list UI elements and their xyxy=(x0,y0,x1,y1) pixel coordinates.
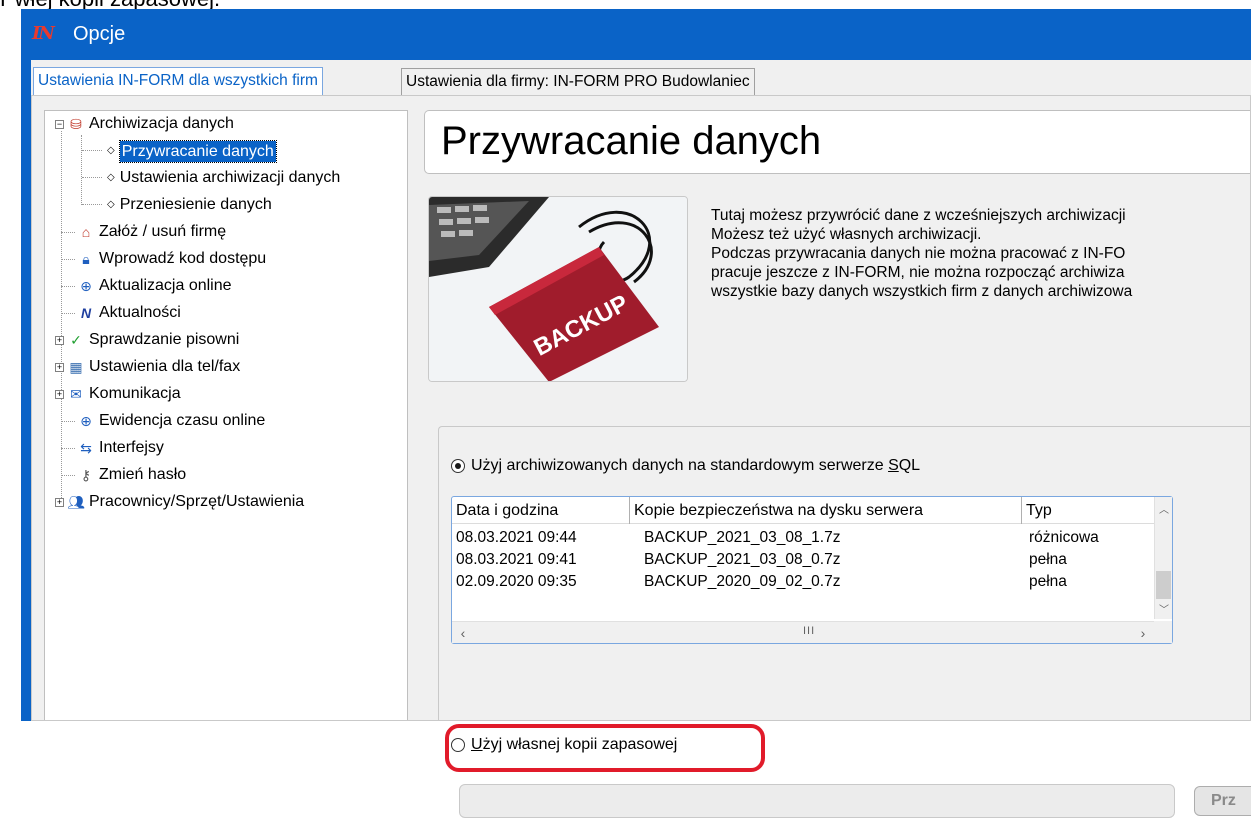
column-type[interactable]: Typ xyxy=(1022,497,1156,524)
expand-icon[interactable]: + xyxy=(55,335,64,345)
options-window: IN Opcje Ustawienia IN-FORM dla wszystki… xyxy=(21,9,1251,818)
scroll-down-icon[interactable]: ﹀ xyxy=(1155,601,1173,616)
tree-item-label: Pracownicy/Sprzęt/Ustawienia xyxy=(89,493,305,510)
tree-item-label: Załóż / usuń firmę xyxy=(99,223,227,240)
backup-illustration-icon: BACKUP xyxy=(429,197,687,381)
backup-image: BACKUP xyxy=(428,196,688,382)
arrows-icon: ⇆ xyxy=(80,440,92,456)
column-date[interactable]: Data i godzina xyxy=(452,497,630,524)
scroll-thumb[interactable] xyxy=(1156,571,1171,599)
backup-path-input[interactable] xyxy=(459,784,1175,818)
tree-item-label: Aktualizacja online xyxy=(99,277,232,294)
radio-sql-server[interactable] xyxy=(451,459,465,473)
tree-item-kod-dostepu[interactable]: 🔒︎ Wprowadź kod dostępu xyxy=(61,246,266,272)
tree-item-label: Ewidencja czasu online xyxy=(99,412,266,429)
tab-company-settings[interactable]: Ustawienia dla firmy: IN-FORM PRO Budowl… xyxy=(401,68,755,95)
description-line: Możesz też użyć własnych archiwizacji. xyxy=(711,226,982,243)
expand-icon[interactable]: + xyxy=(55,362,64,372)
scroll-right-icon[interactable]: › xyxy=(1134,624,1152,642)
page-title: Przywracanie danych xyxy=(441,119,822,163)
tree-item-przeniesienie[interactable]: ◇ Przeniesienie danych xyxy=(103,192,272,218)
description-line: pracuje jeszcze z IN-FORM, nie można roz… xyxy=(711,264,1125,281)
tree-item-ustawienia-archiwizacji[interactable]: ◇ Ustawienia archiwizacji danych xyxy=(103,165,340,191)
inform-logo-icon: N xyxy=(80,305,92,321)
envelope-icon: ✉ xyxy=(70,386,82,402)
tree-item-aktualizacja[interactable]: ⊕ Aktualizacja online xyxy=(61,273,232,299)
scroll-up-icon[interactable]: ︿ xyxy=(1155,501,1173,516)
tree-item-przywracanie[interactable]: ◇ Przywracanie danych xyxy=(103,138,277,164)
checkmark-icon: ✓ xyxy=(70,332,82,348)
tree-item-label: Przywracanie danych xyxy=(118,139,277,163)
content-area: Przywracanie danych BACKUP Tutaj możesz … xyxy=(424,110,1251,818)
expand-icon[interactable]: + xyxy=(55,497,64,507)
expand-icon[interactable]: + xyxy=(55,389,64,399)
tree-item-komunikacja[interactable]: + ✉ Komunikacja xyxy=(55,381,181,407)
tree-item-label: Sprawdzanie pisowni xyxy=(89,331,240,348)
tree-item-label: Archiwizacja danych xyxy=(89,115,234,132)
title-bar[interactable]: IN Opcje xyxy=(21,9,1251,60)
browse-button[interactable]: Prz xyxy=(1194,786,1251,816)
scroll-grip-icon[interactable]: III xyxy=(803,625,815,637)
globe-icon: ⊕ xyxy=(80,278,92,294)
people-icon: 👥︎ xyxy=(67,494,85,510)
highlight-annotation xyxy=(445,724,765,772)
tree-item-telfax[interactable]: + ▦ Ustawienia dla tel/fax xyxy=(55,354,240,380)
diamond-icon: ◇ xyxy=(107,199,115,210)
window-title: Opcje xyxy=(73,23,126,45)
horizontal-scrollbar[interactable]: ‹ III › xyxy=(452,621,1154,643)
column-backup-name[interactable]: Kopie bezpieczeństwa na dysku serwera xyxy=(630,497,1022,524)
tree-item-label: Zmień hasło xyxy=(99,466,187,483)
tree-item-label: Interfejsy xyxy=(99,439,164,456)
tree-item-interfejsy[interactable]: ⇆ Interfejsy xyxy=(61,435,164,461)
collapse-icon[interactable]: − xyxy=(55,119,64,129)
fax-icon: ▦ xyxy=(69,359,83,375)
globe-icon: ⊕ xyxy=(80,413,92,429)
tree-item-archiwizacja[interactable]: − ⛁ Archiwizacja danych xyxy=(55,111,234,137)
tree-item-ewidencja[interactable]: ⊕ Ewidencja czasu online xyxy=(61,408,265,434)
tree-item-label: Komunikacja xyxy=(89,385,181,402)
restore-source-group: Użyj archiwizowanych danych na standardo… xyxy=(438,426,1251,818)
inform-logo-icon: IN xyxy=(32,23,55,44)
backup-list[interactable]: Data i godzina Kopie bezpieczeństwa na d… xyxy=(451,496,1173,644)
tree-item-pracownicy[interactable]: + 👥︎ Pracownicy/Sprzęt/Ustawienia xyxy=(55,489,304,515)
tab-strip: Ustawienia IN-FORM dla wszystkich firm U… xyxy=(31,67,1251,96)
scroll-corner xyxy=(1154,621,1172,643)
tree-item-zmien-haslo[interactable]: ⚷ Zmień hasło xyxy=(61,462,186,488)
tree-item-pisownia[interactable]: + ✓ Sprawdzanie pisowni xyxy=(55,327,239,353)
archive-icon: ⛁ xyxy=(70,116,82,132)
tree-item-label: Ustawienia dla tel/fax xyxy=(89,358,241,375)
description-line: Tutaj możesz przywrócić dane z wcześniej… xyxy=(711,207,1126,224)
key-icon: ⚷ xyxy=(80,467,92,483)
lock-icon: 🔒︎ xyxy=(82,251,90,267)
settings-tree[interactable]: − ⛁ Archiwizacja danych ◇ Przywracanie d… xyxy=(44,110,408,720)
diamond-icon: ◇ xyxy=(107,145,115,156)
option-sql-label: Użyj archiwizowanych danych na standardo… xyxy=(471,457,921,474)
page-header: Przywracanie danych xyxy=(424,110,1250,174)
tree-item-label: Ustawienia archiwizacji danych xyxy=(119,169,341,186)
vertical-scrollbar[interactable]: ︿ ﹀ xyxy=(1154,497,1172,619)
scroll-left-icon[interactable]: ‹ xyxy=(454,624,472,642)
description-line: Podczas przywracania danych nie można pr… xyxy=(711,245,1126,262)
house-icon: ⌂ xyxy=(81,224,91,240)
tree-item-aktualnosci[interactable]: N Aktualności xyxy=(61,300,181,326)
window-client: Ustawienia IN-FORM dla wszystkich firm U… xyxy=(31,60,1251,818)
option-sql-server[interactable]: Użyj archiwizowanych danych na standardo… xyxy=(451,457,920,475)
tree-item-label: Aktualności xyxy=(99,304,181,321)
backup-list-header: Data i godzina Kopie bezpieczeństwa na d… xyxy=(452,497,1154,524)
tree-item-label: Przeniesienie danych xyxy=(119,196,272,213)
description-line: wszystkie bazy danych wszystkich firm z … xyxy=(711,283,1133,300)
tree-item-label: Wprowadź kod dostępu xyxy=(99,250,267,267)
tree-item-zaloz-firme[interactable]: ⌂ Załóż / usuń firmę xyxy=(61,219,226,245)
diamond-icon: ◇ xyxy=(107,172,115,183)
description: Tutaj możesz przywrócić dane z wcześniej… xyxy=(711,206,1250,301)
tab-panel: − ⛁ Archiwizacja danych ◇ Przywracanie d… xyxy=(31,95,1251,818)
tab-global-settings[interactable]: Ustawienia IN-FORM dla wszystkich firm xyxy=(33,67,323,96)
